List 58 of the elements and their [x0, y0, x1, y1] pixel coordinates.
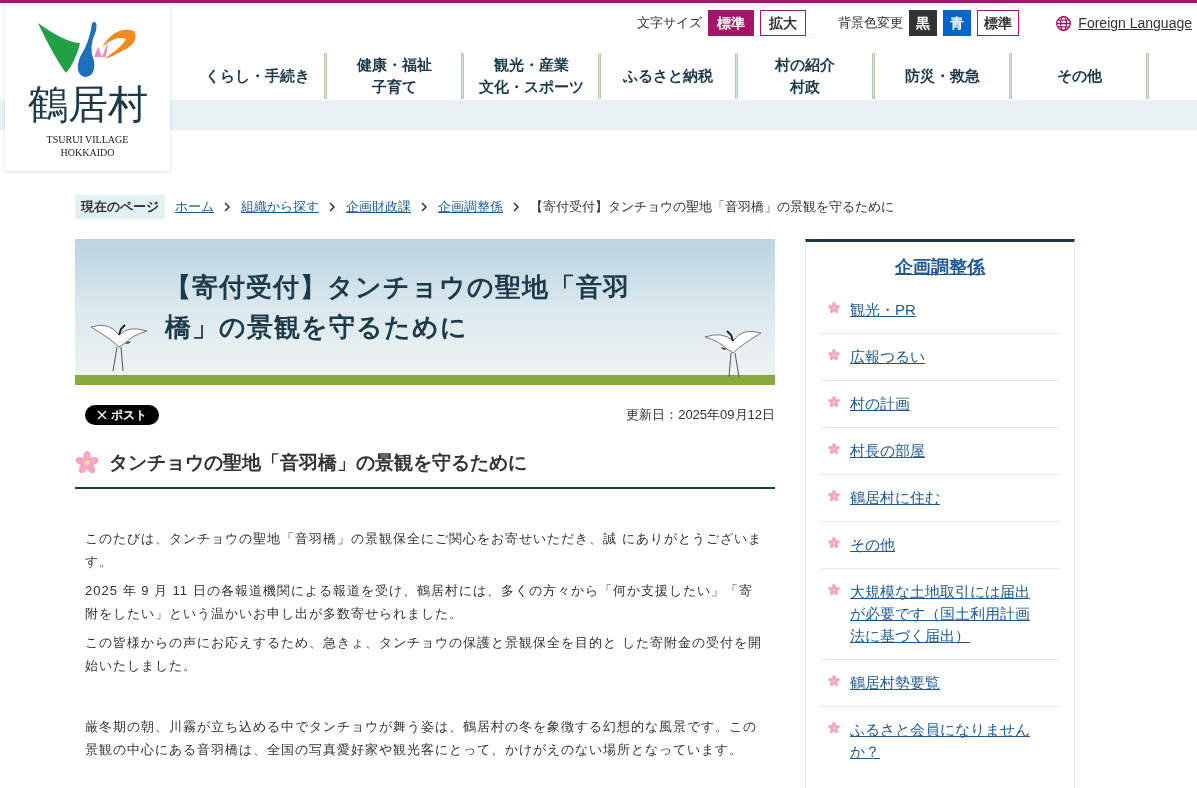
paragraph: 厳冬期の朝、川霧が立ち込める中でタンチョウが舞う姿は、鶴居村の冬を象徴する幻想的な風景です。この景観の中心にある音羽橋は、全国の写真愛好家や観光客にとって、かけがえのない場所となっています。: [85, 718, 758, 759]
background-color-button[interactable]: 標準: [977, 10, 1020, 36]
font-size-button[interactable]: 標準: [708, 10, 755, 36]
background-color-button[interactable]: 黒: [909, 10, 938, 36]
nav-link[interactable]: その他: [1012, 51, 1146, 101]
updated-date: 更新日：2025年09月12日: [626, 405, 775, 424]
sidebar-title[interactable]: 企画調整係: [806, 253, 1074, 281]
nav-link[interactable]: ふるさと納税: [601, 51, 735, 101]
flower-icon: [828, 583, 840, 596]
chevron-icon: [224, 201, 231, 212]
chevron-icon: [513, 201, 520, 212]
x-logo-icon: [97, 409, 107, 420]
breadcrumb-label: 現在のページ: [75, 195, 165, 219]
paragraph: この皆様からの声にお応えするため、急きょ、タンチョウの保護と景観保全を目的と した寄附金の受付を開始いたしました。: [85, 634, 763, 675]
nav-link[interactable]: 村の紹介 村政: [738, 51, 872, 101]
sidebar-link[interactable]: 村の計画: [850, 392, 1030, 415]
flower-icon: [828, 536, 840, 549]
nav-link[interactable]: 観光・産業 文化・スポーツ: [464, 51, 598, 101]
x-post-button[interactable]: ポスト: [85, 404, 159, 425]
background-color-label: 背景色変更: [838, 14, 904, 33]
nav-link[interactable]: 健康・福祉 子育て: [327, 51, 461, 101]
sidebar-link[interactable]: 鶴居村に住む: [850, 486, 1030, 509]
paragraph: 2025 年 9 月 11 日の各報道機関による報道を受け、鶴居村には、多くの方々から「何か支援したい」「寄附をしたい」という温かいお申し出が多数寄せられました。: [85, 582, 754, 623]
flower-icon: [828, 721, 840, 734]
foreign-language-link[interactable]: Foreign Language: [1078, 12, 1192, 34]
sidebar-link[interactable]: 大規模な土地取引には届出が必要です（国土利用計画法に基づく届出）: [850, 580, 1030, 647]
sidebar-link[interactable]: 観光・PR: [850, 298, 1030, 321]
sidebar-link[interactable]: 鶴居村勢要覧: [850, 671, 1030, 694]
chevron-icon: [329, 201, 336, 212]
chevron-icon: [421, 201, 428, 212]
logo[interactable]: 鶴居村 TSURUI VILLAGE HOKKAIDO: [5, 3, 170, 171]
flower-icon: [828, 442, 840, 455]
logo-text: 鶴居村: [27, 83, 148, 127]
breadcrumb-link[interactable]: 組織から探す: [241, 197, 319, 217]
breadcrumb-link[interactable]: ホーム: [175, 197, 214, 217]
breadcrumb-current: 【寄付受付】タンチョウの聖地「音羽橋」の景観を守るために: [530, 198, 894, 216]
font-size-button[interactable]: 拡大: [760, 10, 807, 36]
sidebar-link[interactable]: その他: [850, 533, 1030, 556]
nav-link[interactable]: 防災・救急: [875, 51, 1009, 101]
flower-icon: [828, 674, 840, 687]
breadcrumb-link[interactable]: 企画財政課: [346, 197, 411, 217]
breadcrumb-link[interactable]: 企画調整係: [438, 197, 503, 217]
page-title: 【寄付受付】タンチョウの聖地「音羽橋」の景観を守るために: [165, 270, 631, 344]
sidebar-link[interactable]: 広報つるい: [850, 345, 1030, 368]
flower-icon: [828, 301, 840, 314]
logo-subtitle: TSURUI VILLAGE HOKKAIDO: [46, 133, 129, 159]
globe-icon: [1055, 14, 1073, 32]
nav-link[interactable]: くらし・手続き: [190, 51, 324, 101]
background-color-button[interactable]: 青: [943, 10, 972, 36]
sidebar-link[interactable]: ふるさと会員になりませんか？: [850, 718, 1030, 763]
flower-icon: [75, 450, 99, 475]
flower-icon: [828, 348, 840, 361]
section-heading-text: タンチョウの聖地「音羽橋」の景観を守るために: [109, 450, 527, 475]
flower-icon: [828, 489, 840, 502]
flower-icon: [828, 395, 840, 408]
sidebar-link[interactable]: 村長の部屋: [850, 439, 1030, 462]
font-size-label: 文字サイズ: [637, 14, 703, 33]
paragraph: このたびは、タンチョウの聖地「音羽橋」の景観保全にご関心をお寄せいただき、誠 にありがとうございます。: [85, 530, 763, 571]
